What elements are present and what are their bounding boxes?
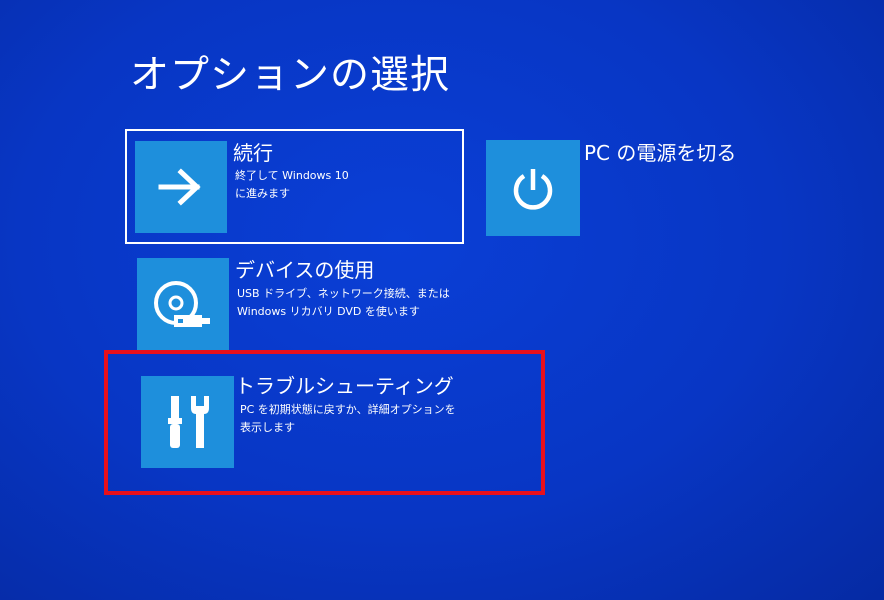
option-label: デバイスの使用 (235, 258, 375, 282)
page-title: オプションの選択 (130, 53, 451, 98)
power-icon (486, 140, 580, 236)
description-line: に進みます (235, 187, 290, 200)
option-label: PC の電源を切る (584, 141, 737, 165)
option-use-device[interactable]: デバイスの使用 USB ドライブ、ネットワーク接続、または Windows リカ… (125, 254, 485, 354)
description-line: Windows リカバリ DVD を使います (237, 305, 420, 318)
disc-drive-icon (137, 258, 229, 354)
option-continue[interactable]: 続行 終了して Windows 10 に進みます (125, 129, 464, 244)
option-label: 続行 (233, 141, 273, 165)
option-description: 終了して Windows 10 に進みます (235, 167, 349, 203)
option-description: USB ドライブ、ネットワーク接続、または Windows リカバリ DVD を… (237, 285, 450, 321)
highlight-box (104, 350, 545, 495)
description-line: 終了して Windows 10 (235, 169, 349, 182)
option-power-off[interactable]: PC の電源を切る (484, 137, 764, 237)
description-line: USB ドライブ、ネットワーク接続、または (237, 287, 450, 300)
arrow-right-icon (135, 141, 227, 233)
